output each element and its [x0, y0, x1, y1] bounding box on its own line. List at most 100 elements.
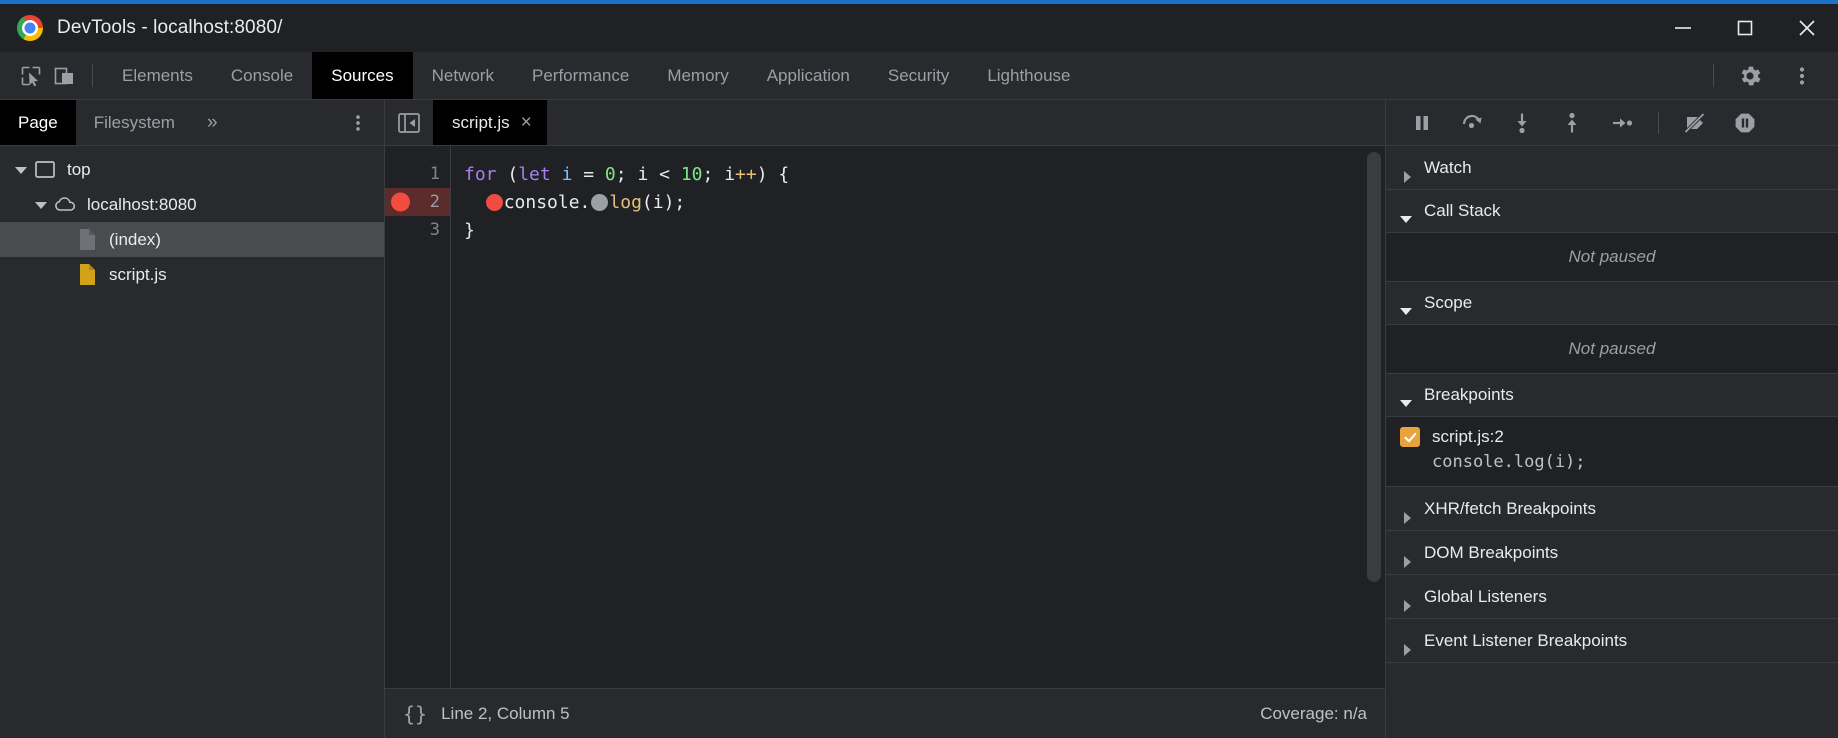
section-title: Call Stack [1424, 201, 1501, 221]
section-header[interactable]: Event Listener Breakpoints [1386, 619, 1838, 662]
tree-item-index[interactable]: (index) [0, 222, 384, 257]
step-into-button[interactable] [1500, 106, 1544, 140]
nav-tab-filesystem[interactable]: Filesystem [76, 100, 193, 145]
tree-item-localhost[interactable]: localhost:8080 [0, 187, 384, 222]
section-title: Breakpoints [1424, 385, 1514, 405]
expand-triangle-icon[interactable] [34, 198, 48, 212]
call-stack-body: Not paused [1386, 233, 1838, 282]
maximize-button[interactable] [1714, 4, 1776, 52]
tab-application[interactable]: Application [748, 52, 869, 99]
breakpoint-checkbox[interactable] [1400, 427, 1420, 447]
chevron-double-right-icon[interactable]: » [193, 100, 232, 145]
device-toolbar-icon[interactable] [48, 52, 82, 99]
editor-vertical-scrollbar[interactable] [1367, 152, 1381, 582]
debugger-divider [1658, 112, 1659, 134]
tab-console[interactable]: Console [212, 52, 312, 99]
tree-indent-spacer [56, 233, 70, 247]
step-button[interactable] [1600, 106, 1644, 140]
section-header[interactable]: Watch [1386, 146, 1838, 189]
section-event-listener-breakpoints[interactable]: Event Listener Breakpoints [1386, 619, 1838, 663]
frame-icon [34, 159, 56, 181]
cursor-position: Line 2, Column 5 [441, 704, 570, 724]
file-tree: top localhost:8080 [0, 146, 384, 738]
minimize-button[interactable] [1652, 4, 1714, 52]
main-tab-strip: Elements Console Sources Network Perform… [0, 52, 1838, 100]
tab-security[interactable]: Security [869, 52, 968, 99]
tree-item-label: script.js [109, 265, 167, 285]
deactivate-breakpoints-button[interactable] [1673, 106, 1717, 140]
tree-item-label: localhost:8080 [87, 195, 197, 215]
gutter-line-breakpoint[interactable]: 2 [385, 188, 450, 216]
editor-tab-scriptjs[interactable]: script.js × [433, 100, 547, 145]
section-header[interactable]: Global Listeners [1386, 575, 1838, 618]
resume-script-button[interactable] [1400, 106, 1444, 140]
pause-on-exceptions-button[interactable] [1723, 106, 1767, 140]
navigator-kebab-menu-icon[interactable] [332, 100, 384, 145]
gutter-line[interactable]: 3 [385, 216, 450, 244]
step-over-button[interactable] [1450, 106, 1494, 140]
section-watch[interactable]: Watch [1386, 146, 1838, 190]
section-header[interactable]: XHR/fetch Breakpoints [1386, 487, 1838, 530]
section-title: Global Listeners [1424, 587, 1547, 607]
cloud-icon [54, 194, 76, 216]
navigator-panel: Page Filesystem » top [0, 100, 385, 738]
section-header[interactable]: DOM Breakpoints [1386, 531, 1838, 574]
editor-tab-bar: script.js × [385, 100, 1385, 146]
tab-sources[interactable]: Sources [312, 52, 412, 99]
chrome-logo-icon [17, 15, 43, 41]
step-out-button[interactable] [1550, 106, 1594, 140]
scope-body: Not paused [1386, 325, 1838, 374]
tab-network[interactable]: Network [413, 52, 513, 99]
gutter-line[interactable]: 1 [385, 160, 450, 188]
close-button[interactable] [1776, 4, 1838, 52]
breakpoints-body: script.js:2 console.log(i); [1386, 417, 1838, 487]
breakpoint-marker-icon[interactable] [391, 193, 410, 212]
section-scope[interactable]: Scope Not paused [1386, 282, 1838, 374]
section-header[interactable]: Breakpoints [1386, 374, 1838, 417]
kebab-menu-icon[interactable] [1776, 52, 1828, 99]
pretty-print-icon[interactable]: {} [403, 702, 427, 726]
window-title: DevTools - localhost:8080/ [57, 17, 282, 39]
javascript-file-icon [76, 264, 98, 286]
section-xhr-breakpoints[interactable]: XHR/fetch Breakpoints [1386, 487, 1838, 531]
gear-icon[interactable] [1724, 52, 1776, 99]
nav-tab-page[interactable]: Page [0, 100, 76, 145]
close-icon[interactable]: × [521, 113, 532, 132]
section-breakpoints[interactable]: Breakpoints script.js:2 console.log(i); [1386, 374, 1838, 487]
tree-item-scriptjs[interactable]: script.js [0, 257, 384, 292]
inline-breakpoint-icon[interactable] [486, 194, 503, 211]
section-header[interactable]: Call Stack [1386, 190, 1838, 233]
code-line-3: } [464, 216, 1385, 244]
section-title: Event Listener Breakpoints [1424, 631, 1627, 651]
call-stack-empty-message: Not paused [1386, 233, 1838, 281]
code-content[interactable]: for (let i = 0; i < 10; i++) { console.l… [451, 146, 1385, 688]
editor-tab-label: script.js [452, 113, 510, 133]
section-call-stack[interactable]: Call Stack Not paused [1386, 190, 1838, 282]
section-dom-breakpoints[interactable]: DOM Breakpoints [1386, 531, 1838, 575]
devtools-window: DevTools - localhost:8080/ [0, 0, 1838, 738]
tab-elements[interactable]: Elements [103, 52, 212, 99]
breakpoint-list-item[interactable]: script.js:2 console.log(i); [1386, 417, 1838, 486]
code-editor[interactable]: 1 2 3 for (let i = 0; i < 10; i++) { con… [385, 146, 1385, 688]
tab-lighthouse[interactable]: Lighthouse [968, 52, 1089, 99]
line-number-gutter[interactable]: 1 2 3 [385, 146, 451, 688]
tree-item-label: top [67, 160, 91, 180]
inspect-element-icon[interactable] [14, 52, 48, 99]
code-line-2: console.log(i); [464, 188, 1385, 216]
document-icon [76, 229, 98, 251]
tab-memory[interactable]: Memory [648, 52, 747, 99]
show-navigator-icon[interactable] [385, 100, 433, 145]
devtools-body: Page Filesystem » top [0, 100, 1838, 738]
section-global-listeners[interactable]: Global Listeners [1386, 575, 1838, 619]
expand-triangle-icon[interactable] [14, 163, 28, 177]
tree-item-top[interactable]: top [0, 152, 384, 187]
section-header[interactable]: Scope [1386, 282, 1838, 325]
toolbar-divider-right [1713, 64, 1714, 87]
title-bar: DevTools - localhost:8080/ [0, 4, 1838, 52]
tab-performance[interactable]: Performance [513, 52, 648, 99]
debugger-sidebar: Watch Call Stack Not paused Scope [1385, 100, 1838, 738]
navigator-tab-bar: Page Filesystem » [0, 100, 384, 146]
coverage-status: Coverage: n/a [1260, 704, 1367, 724]
tree-indent-spacer [56, 268, 70, 282]
inline-logpoint-icon[interactable] [591, 194, 608, 211]
